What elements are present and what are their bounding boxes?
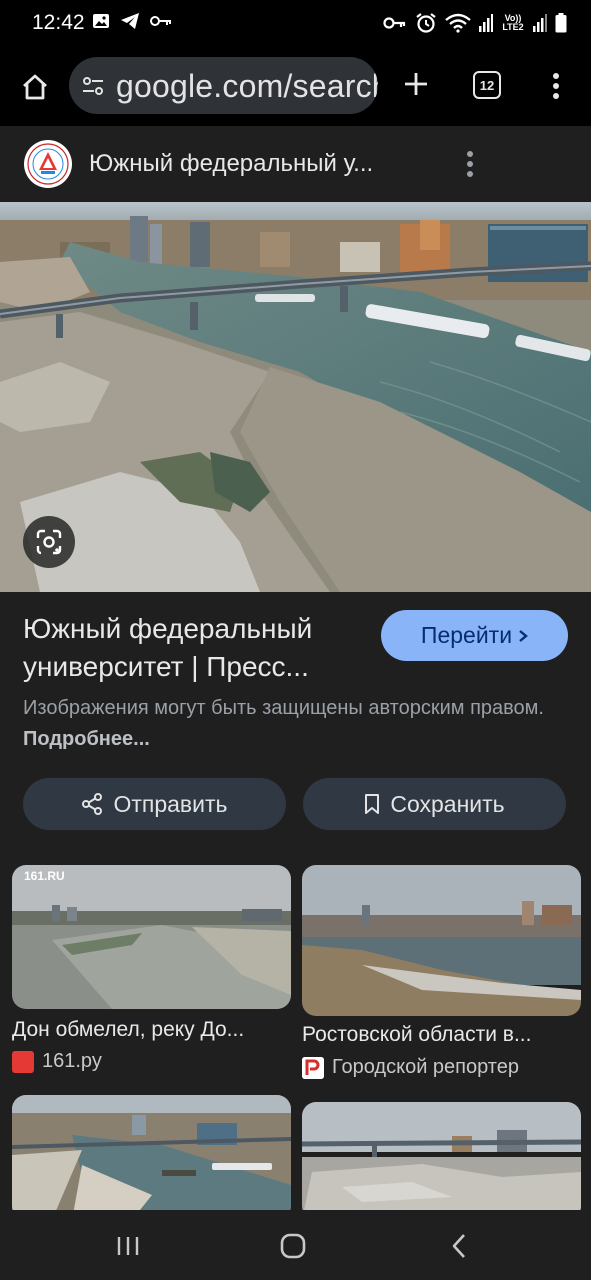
battery-icon — [555, 13, 567, 33]
site-favicon-icon — [12, 1050, 34, 1073]
status-bar: 12:42 Vo)) LTE2 — [0, 0, 591, 48]
key-icon — [150, 16, 171, 26]
related-source[interactable]: 161.ру — [12, 1050, 102, 1073]
learn-more-link[interactable]: Подробнее... — [23, 728, 150, 750]
browser-menu-button[interactable] — [540, 66, 572, 106]
university-logo-icon — [27, 143, 69, 185]
volte-label: Vo)) LTE2 — [502, 13, 524, 32]
plus-icon — [405, 73, 427, 95]
save-button[interactable]: Сохранить — [303, 778, 566, 830]
related-card[interactable] — [12, 1095, 291, 1220]
site-logo[interactable] — [24, 140, 72, 188]
visit-button-label: Перейти — [420, 622, 513, 648]
lens-button[interactable] — [23, 516, 75, 568]
site-settings-icon[interactable] — [81, 74, 105, 98]
share-button-label: Отправить — [113, 790, 228, 817]
result-header: Южный федеральный у... — [0, 126, 591, 202]
main-image[interactable] — [0, 202, 591, 592]
alarm-icon — [416, 13, 436, 33]
signal-icon — [479, 14, 493, 32]
tab-switcher-button[interactable]: 12 — [473, 71, 501, 99]
related-card[interactable]: 161.RU Дон обмелел, реку До... 161.ру — [12, 865, 291, 1080]
more-vert-icon — [553, 73, 559, 99]
result-title[interactable]: Южный федеральный университет | Пресс... — [23, 610, 368, 686]
save-button-label: Сохранить — [390, 790, 505, 817]
watermark: 161.RU — [24, 869, 65, 883]
related-source[interactable]: Городской репортер — [302, 1056, 519, 1079]
wifi-icon — [445, 13, 471, 33]
related-thumbnail[interactable] — [302, 1102, 581, 1220]
related-source-name: 161.ру — [42, 1050, 102, 1072]
related-thumbnail[interactable]: 161.RU — [12, 865, 291, 1009]
related-thumbnail[interactable] — [302, 865, 581, 1016]
header-more-button[interactable] — [457, 148, 483, 180]
related-card[interactable]: Ростовской области в... Городской репорт… — [302, 865, 581, 1085]
related-title[interactable]: Дон обмелел, реку До... — [12, 1018, 294, 1042]
home-circle-icon — [280, 1233, 306, 1259]
vpn-key-icon — [383, 17, 406, 29]
back-button[interactable] — [439, 1226, 479, 1266]
google-lens-icon — [36, 529, 62, 555]
url-text[interactable]: google.com/search — [116, 68, 378, 105]
copyright-text: Изображения могут быть защищены авторски… — [23, 697, 544, 719]
telegram-icon — [121, 13, 139, 29]
home-nav-button[interactable] — [273, 1226, 313, 1266]
share-button[interactable]: Отправить — [23, 778, 286, 830]
page-title: Южный федеральный у... — [89, 150, 374, 177]
recents-icon — [117, 1237, 139, 1255]
address-bar[interactable]: google.com/search — [69, 57, 378, 114]
related-card[interactable] — [302, 1102, 581, 1220]
home-icon — [23, 74, 47, 100]
copyright-notice: Изображения могут быть защищены авторски… — [23, 693, 568, 755]
related-thumbnail[interactable] — [12, 1095, 291, 1220]
site-favicon-icon — [302, 1056, 324, 1079]
image-icon — [93, 14, 109, 28]
signal-icon — [533, 14, 547, 32]
status-time: 12:42 — [32, 11, 85, 34]
home-button[interactable] — [14, 66, 56, 108]
share-icon — [82, 793, 103, 815]
more-vert-icon — [467, 151, 473, 177]
new-tab-button[interactable] — [396, 64, 436, 104]
visit-button[interactable]: Перейти — [381, 610, 568, 661]
related-source-name: Городской репортер — [332, 1056, 519, 1078]
back-icon — [452, 1234, 465, 1258]
related-title[interactable]: Ростовской области в... — [302, 1023, 584, 1047]
recents-button[interactable] — [108, 1226, 148, 1266]
system-navigation-bar — [0, 1210, 591, 1280]
bookmark-icon — [365, 794, 380, 814]
chevron-right-icon — [519, 629, 528, 642]
browser-toolbar: google.com/search 12 — [0, 48, 591, 126]
